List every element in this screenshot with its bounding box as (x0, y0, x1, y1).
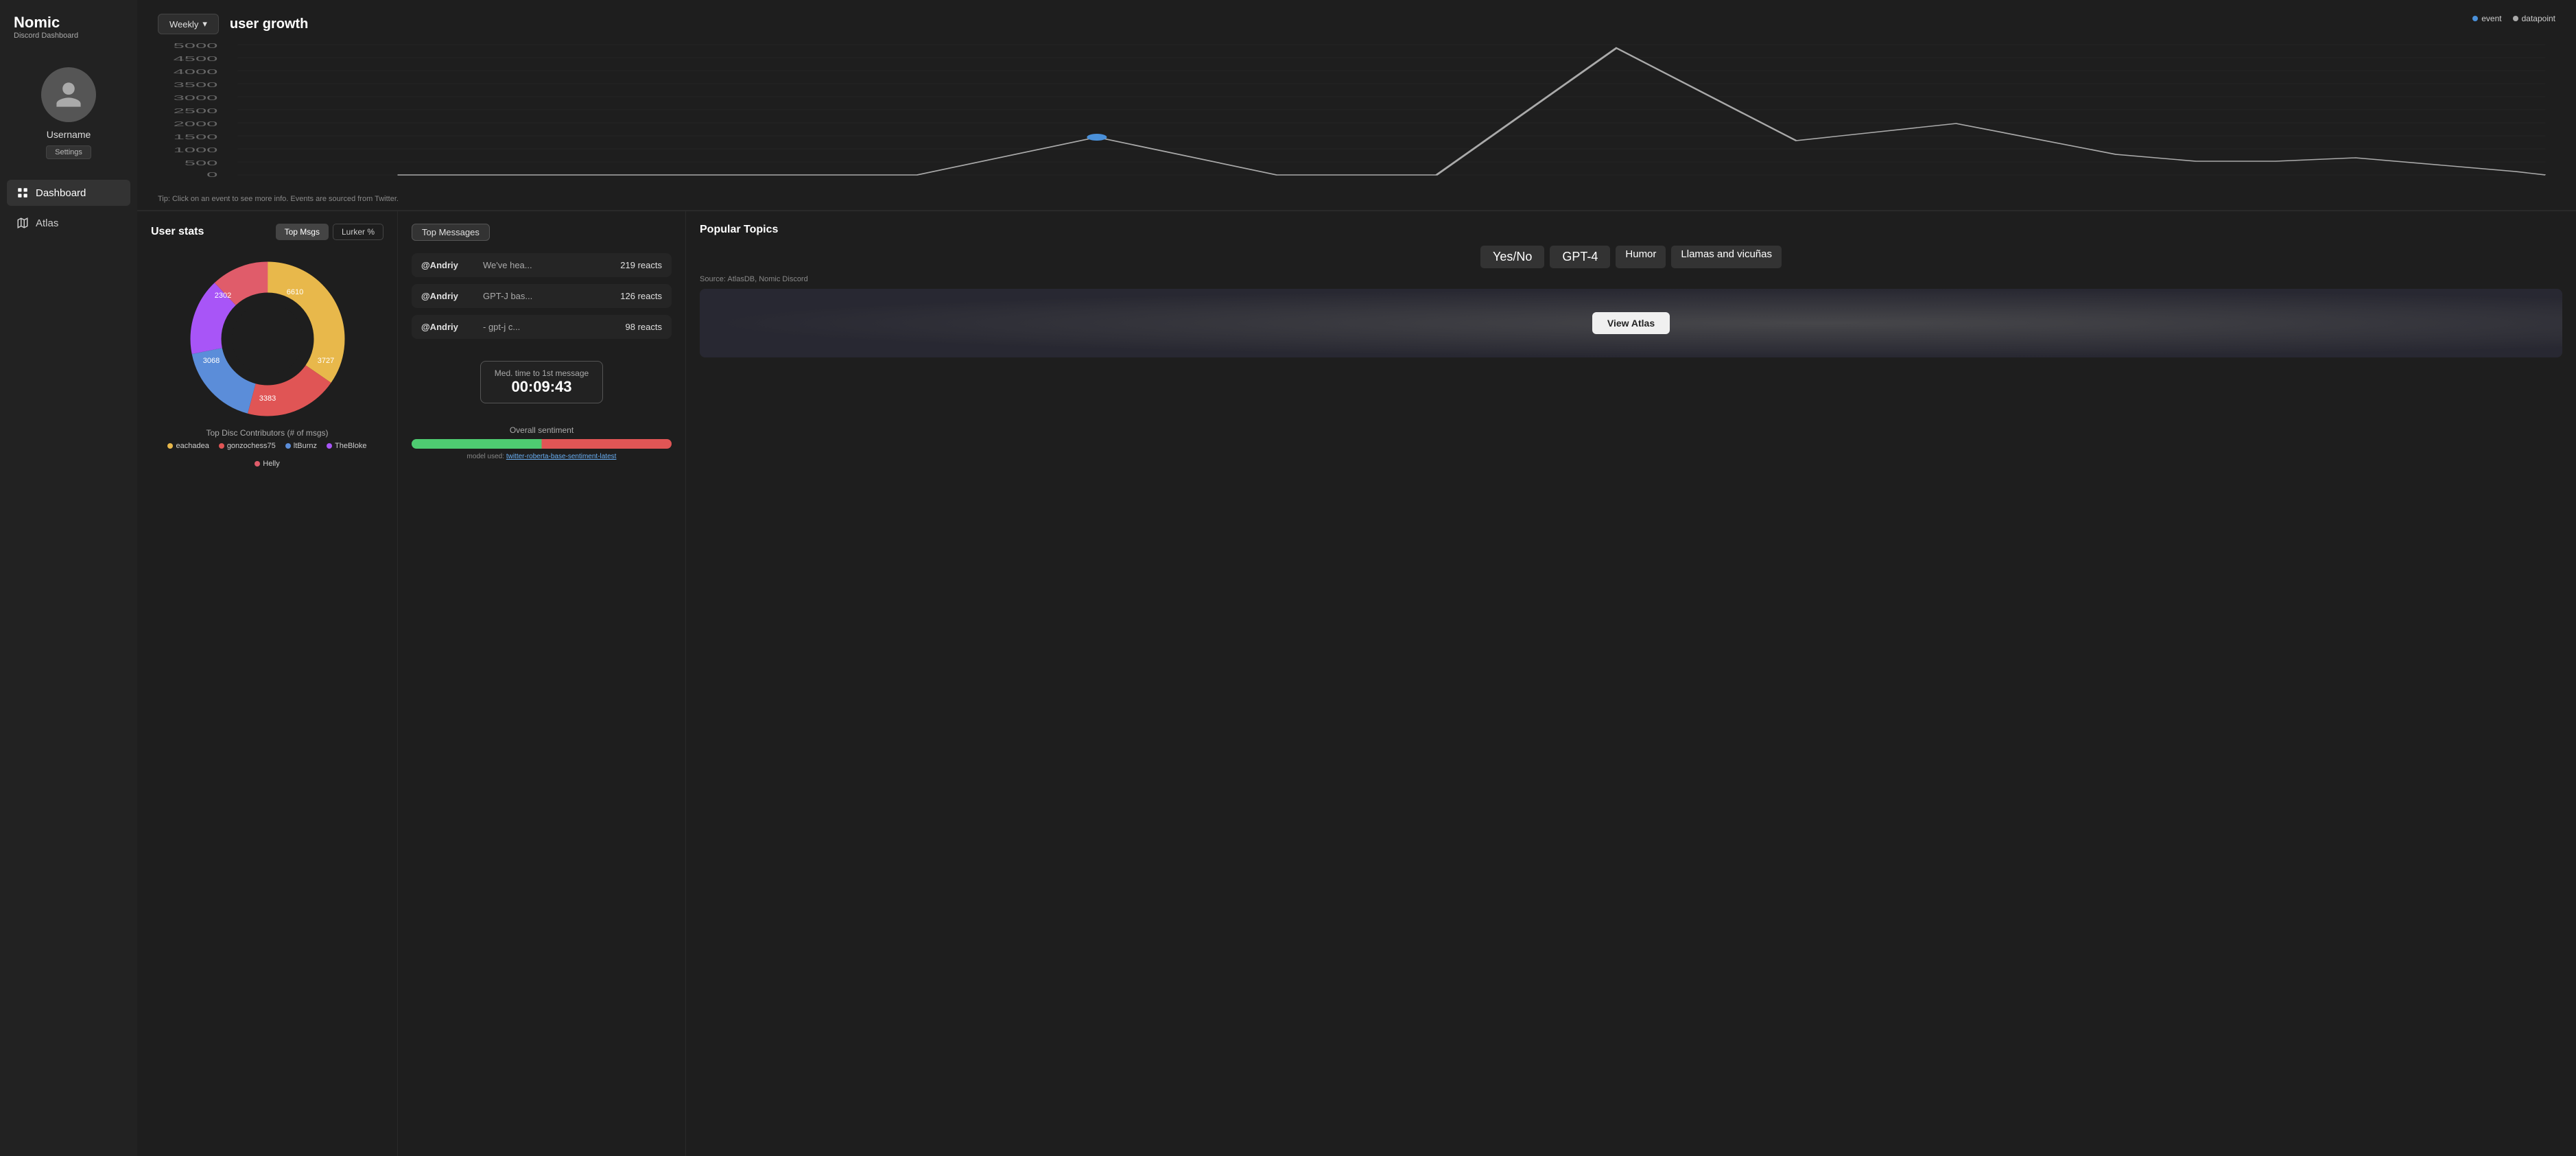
main-content: Weekly ▾ user growth event datapoint 500… (137, 0, 2576, 1156)
messages-list: Top Messages @Andriy We've hea... 219 re… (412, 224, 672, 460)
svg-text:4500: 4500 (174, 55, 218, 62)
brand-subtitle: Discord Dashboard (14, 32, 78, 40)
sentiment-model: model used: twitter-roberta-base-sentime… (412, 453, 672, 460)
chart-legend: event datapoint (2472, 14, 2555, 23)
bottom-panels: User stats Top Msgs Lurker % (137, 211, 2576, 1156)
username-label: Username (47, 129, 91, 140)
sidebar-brand: Nomic Discord Dashboard (0, 14, 92, 54)
gonzochess75-dot (219, 443, 224, 449)
topic-gpt4[interactable]: GPT-4 (1550, 246, 1610, 268)
chart-header: Weekly ▾ user growth (158, 14, 2555, 34)
datapoint-dot (2513, 16, 2518, 21)
topic-humor[interactable]: Humor (1616, 246, 1666, 268)
chart-area: 5000 4500 4000 3500 3000 2500 2000 1500 … (158, 41, 2555, 192)
table-row[interactable]: @Andriy GPT-J bas... 126 reacts (412, 284, 672, 308)
topics-cloud: Yes/No GPT-4 Humor Llamas and vicuñas (700, 246, 2562, 268)
contributors-items: eachadea gonzochess75 ltBurnz TheBloke H… (151, 442, 383, 468)
avatar (41, 67, 96, 122)
dashboard-icon (16, 187, 29, 199)
popular-topics-title: Popular Topics (700, 224, 2562, 236)
brand-title: Nomic (14, 14, 78, 32)
svg-text:3068: 3068 (202, 357, 219, 365)
contributor-ltburnz: ltBurnz (285, 442, 317, 450)
svg-text:3500: 3500 (174, 81, 218, 89)
sentiment-bar (412, 439, 672, 449)
legend-event: event (2472, 14, 2501, 23)
sidebar-nav: Dashboard Atlas (0, 180, 137, 240)
message-reacts-2: 126 reacts (620, 291, 662, 301)
svg-text:500: 500 (185, 159, 218, 167)
contributor-eachadea: eachadea (167, 442, 209, 450)
svg-text:3000: 3000 (174, 94, 218, 102)
atlas-preview: View Atlas (700, 289, 2562, 357)
sidebar-item-dashboard[interactable]: Dashboard (7, 180, 130, 206)
contributor-helly: Helly (255, 460, 279, 468)
event-dot (2472, 16, 2478, 21)
message-user-3: @Andriy (421, 322, 476, 332)
svg-text:2000: 2000 (174, 120, 218, 128)
svg-text:6610: 6610 (286, 288, 303, 296)
message-reacts-1: 219 reacts (620, 260, 662, 270)
top-messages-panel: Top Messages @Andriy We've hea... 219 re… (398, 211, 686, 1156)
svg-text:4000: 4000 (174, 68, 218, 75)
sentiment-label: Overall sentiment (412, 425, 672, 435)
message-preview-2: GPT-J bas... (483, 291, 613, 301)
sentiment-model-link[interactable]: twitter-roberta-base-sentiment-latest (506, 453, 617, 460)
legend-datapoint: datapoint (2513, 14, 2555, 23)
table-row[interactable]: @Andriy - gpt-j c... 98 reacts (412, 315, 672, 339)
topic-yes-no[interactable]: Yes/No (1480, 246, 1544, 268)
sidebar-item-atlas[interactable]: Atlas (7, 210, 130, 236)
contributor-gonzochess75: gonzochess75 (219, 442, 276, 450)
top-msgs-tab[interactable]: Top Msgs (276, 224, 329, 240)
eachadea-dot (167, 443, 173, 449)
svg-text:0: 0 (206, 171, 217, 178)
message-user-1: @Andriy (421, 260, 476, 270)
topics-source: Source: AtlasDB, Nomic Discord (700, 275, 2562, 283)
thebloke-dot (327, 443, 332, 449)
svg-text:5000: 5000 (174, 42, 218, 49)
event-point[interactable] (1087, 134, 1107, 141)
chart-section: Weekly ▾ user growth event datapoint 500… (137, 0, 2576, 211)
svg-text:2500: 2500 (174, 107, 218, 115)
chevron-down-icon: ▾ (202, 19, 207, 30)
view-atlas-button[interactable]: View Atlas (1592, 312, 1670, 334)
chart-tip: Tip: Click on an event to see more info.… (158, 195, 2555, 203)
svg-text:1500: 1500 (174, 133, 218, 141)
donut-chart: 6610 3727 3383 3068 2302 (151, 257, 383, 421)
svg-text:1000: 1000 (174, 146, 218, 154)
atlas-icon (16, 217, 29, 229)
lurker-tab[interactable]: Lurker % (333, 224, 383, 240)
med-time-box: Med. time to 1st message 00:09:43 (480, 361, 603, 403)
message-preview-3: - gpt-j c... (483, 322, 619, 332)
svg-text:3383: 3383 (259, 394, 275, 403)
popular-topics-panel: Popular Topics Yes/No GPT-4 Humor Llamas… (686, 211, 2576, 1156)
contributors-legend-label: Top Disc Contributors (# of msgs) (151, 428, 383, 438)
svg-text:2302: 2302 (214, 292, 231, 300)
helly-dot (255, 461, 260, 467)
period-button[interactable]: Weekly ▾ (158, 14, 219, 34)
user-stats-title: User stats (151, 226, 204, 238)
user-stats-tabs: Top Msgs Lurker % (276, 224, 383, 240)
settings-button[interactable]: Settings (46, 145, 91, 159)
message-preview-1: We've hea... (483, 260, 613, 270)
topic-llamas[interactable]: Llamas and vicuñas (1671, 246, 1782, 268)
message-user-2: @Andriy (421, 291, 476, 301)
med-time-label: Med. time to 1st message (495, 368, 589, 378)
svg-text:3727: 3727 (317, 357, 333, 365)
table-row[interactable]: @Andriy We've hea... 219 reacts (412, 253, 672, 277)
user-icon (54, 80, 84, 110)
med-time-value: 00:09:43 (495, 378, 589, 396)
atlas-label: Atlas (36, 217, 58, 229)
dashboard-label: Dashboard (36, 187, 86, 199)
growth-chart[interactable]: 5000 4500 4000 3500 3000 2500 2000 1500 … (158, 41, 2555, 178)
contributor-thebloke: TheBloke (327, 442, 366, 450)
top-messages-badge: Top Messages (412, 224, 490, 241)
sidebar: Nomic Discord Dashboard Username Setting… (0, 0, 137, 1156)
chart-title: user growth (230, 16, 308, 32)
user-stats-panel: User stats Top Msgs Lurker % (137, 211, 398, 1156)
message-reacts-3: 98 reacts (626, 322, 662, 332)
ltburnz-dot (285, 443, 291, 449)
sentiment-section: Overall sentiment model used: twitter-ro… (412, 425, 672, 460)
